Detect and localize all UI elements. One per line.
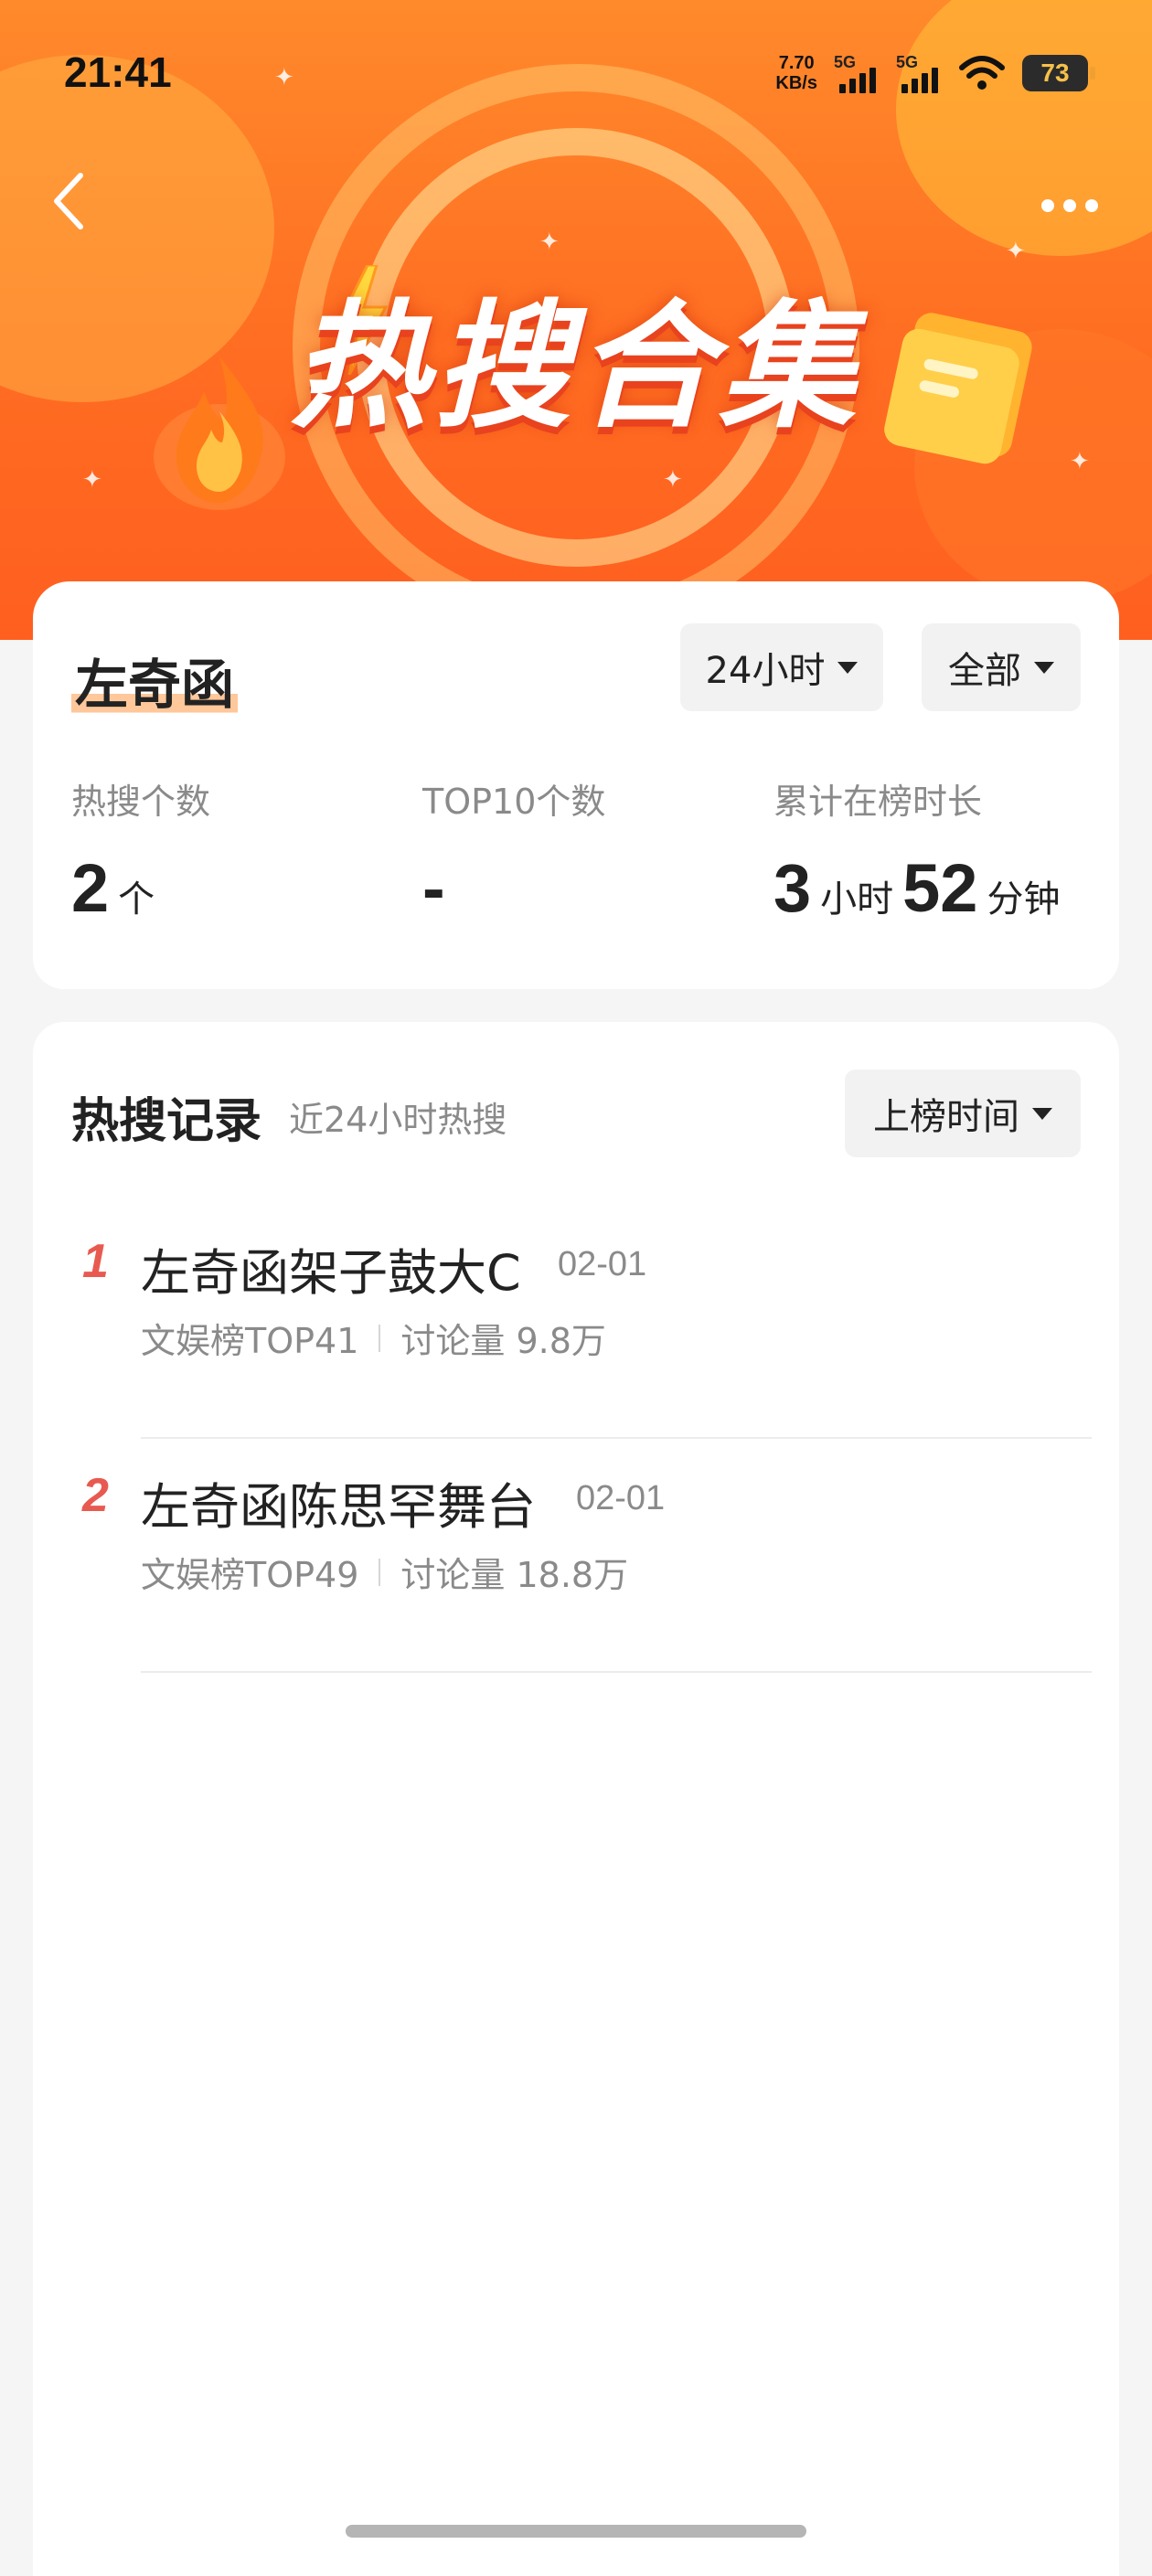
more-dots-icon <box>1041 199 1054 212</box>
caret-down-icon <box>837 661 859 674</box>
chevron-left-icon <box>54 173 83 229</box>
divider <box>379 1324 381 1352</box>
more-dots-icon <box>1085 199 1098 212</box>
stat-label: 累计在榜时长 <box>773 782 983 822</box>
sparkle-icon: ✦ <box>539 229 560 256</box>
status-time: 21:41 <box>64 48 172 96</box>
item-board: 文娱榜TOP49 <box>141 1555 359 1595</box>
scope-filter-dropdown[interactable]: 全部 <box>922 623 1081 711</box>
rank-number: 1 <box>82 1235 109 1288</box>
summary-card: 左奇函 24小时 全部 热搜个数 2 个 TOP10个数 - 累计在榜时长 3 … <box>33 581 1119 989</box>
caret-down-icon <box>1032 1107 1052 1120</box>
item-meta: 文娱榜TOP49 讨论量 18.8万 <box>141 1547 628 1597</box>
wifi-icon <box>959 56 1005 90</box>
stat-label: 热搜个数 <box>71 782 211 822</box>
stat-number: 2 <box>71 850 110 926</box>
signal-icon: 5G <box>896 53 942 93</box>
network-speed-value: 7.70 <box>778 53 815 73</box>
item-board: 文娱榜TOP41 <box>141 1321 359 1361</box>
list-item[interactable]: 1 左奇函架子鼓大C 02-01 文娱榜TOP41 讨论量 9.8万 <box>33 1208 1119 1442</box>
stat-unit: 个 <box>118 878 155 921</box>
stat-minutes: 52 <box>902 850 978 926</box>
signal-icon: 5G <box>834 53 880 93</box>
more-dots-icon <box>1063 199 1076 212</box>
sparkle-icon: ✦ <box>82 466 102 494</box>
stat-hot-count: 热搜个数 2 个 <box>71 773 210 927</box>
divider <box>379 1558 381 1586</box>
stat-value: 2 个 <box>71 849 210 927</box>
banner-title: 热搜合集 <box>290 288 861 447</box>
item-date: 02-01 <box>558 1245 647 1283</box>
stat-value: - <box>422 849 605 927</box>
item-date: 02-01 <box>576 1479 666 1517</box>
status-bar: 21:41 7.70 KB/s 5G 5G 73 <box>0 0 1152 151</box>
item-meta: 文娱榜TOP41 讨论量 9.8万 <box>141 1313 606 1363</box>
network-speed-unit: KB/s <box>775 73 817 93</box>
status-icons: 7.70 KB/s 5G 5G 73 <box>775 50 1095 96</box>
stat-minutes-unit: 分钟 <box>987 878 1061 921</box>
stat-label: TOP10个数 <box>422 782 606 822</box>
scope-filter-label: 全部 <box>948 650 1021 692</box>
user-name: 左奇函 <box>71 642 239 719</box>
records-title: 热搜记录 <box>71 1094 262 1149</box>
stat-number: - <box>422 850 445 926</box>
rank-number: 2 <box>82 1469 109 1522</box>
time-filter-label: 24小时 <box>705 650 826 692</box>
network-speed: 7.70 KB/s <box>775 53 817 93</box>
divider <box>141 1671 1092 1673</box>
item-title: 左奇函陈思罕舞台 <box>141 1478 536 1536</box>
divider <box>141 1437 1092 1439</box>
more-button[interactable] <box>1024 183 1115 229</box>
sort-label: 上榜时间 <box>873 1096 1019 1138</box>
item-discussion: 讨论量 9.8万 <box>400 1321 606 1361</box>
battery-icon: 73 <box>1022 55 1095 91</box>
stat-hours: 3 <box>773 850 812 926</box>
stat-value: 3 小时 52 分钟 <box>773 849 1060 927</box>
records-card: 热搜记录 近24小时热搜 上榜时间 1 左奇函架子鼓大C 02-01 文娱榜TO… <box>33 1022 1119 2576</box>
list-item[interactable]: 2 左奇函陈思罕舞台 02-01 文娱榜TOP49 讨论量 18.8万 <box>33 1442 1119 1677</box>
stat-total-duration: 累计在榜时长 3 小时 52 分钟 <box>773 773 1060 927</box>
home-indicator[interactable] <box>346 2525 806 2538</box>
stat-top10-count: TOP10个数 - <box>422 773 605 927</box>
sparkle-icon: ✦ <box>663 466 683 494</box>
sort-dropdown[interactable]: 上榜时间 <box>845 1070 1081 1157</box>
records-subtitle: 近24小时热搜 <box>289 1100 507 1140</box>
item-title: 左奇函架子鼓大C <box>141 1244 521 1302</box>
caret-down-icon <box>1034 661 1054 674</box>
back-button[interactable] <box>40 169 95 233</box>
stat-hours-unit: 小时 <box>820 878 894 921</box>
time-filter-dropdown[interactable]: 24小时 <box>680 623 883 711</box>
item-discussion: 讨论量 18.8万 <box>400 1555 629 1595</box>
